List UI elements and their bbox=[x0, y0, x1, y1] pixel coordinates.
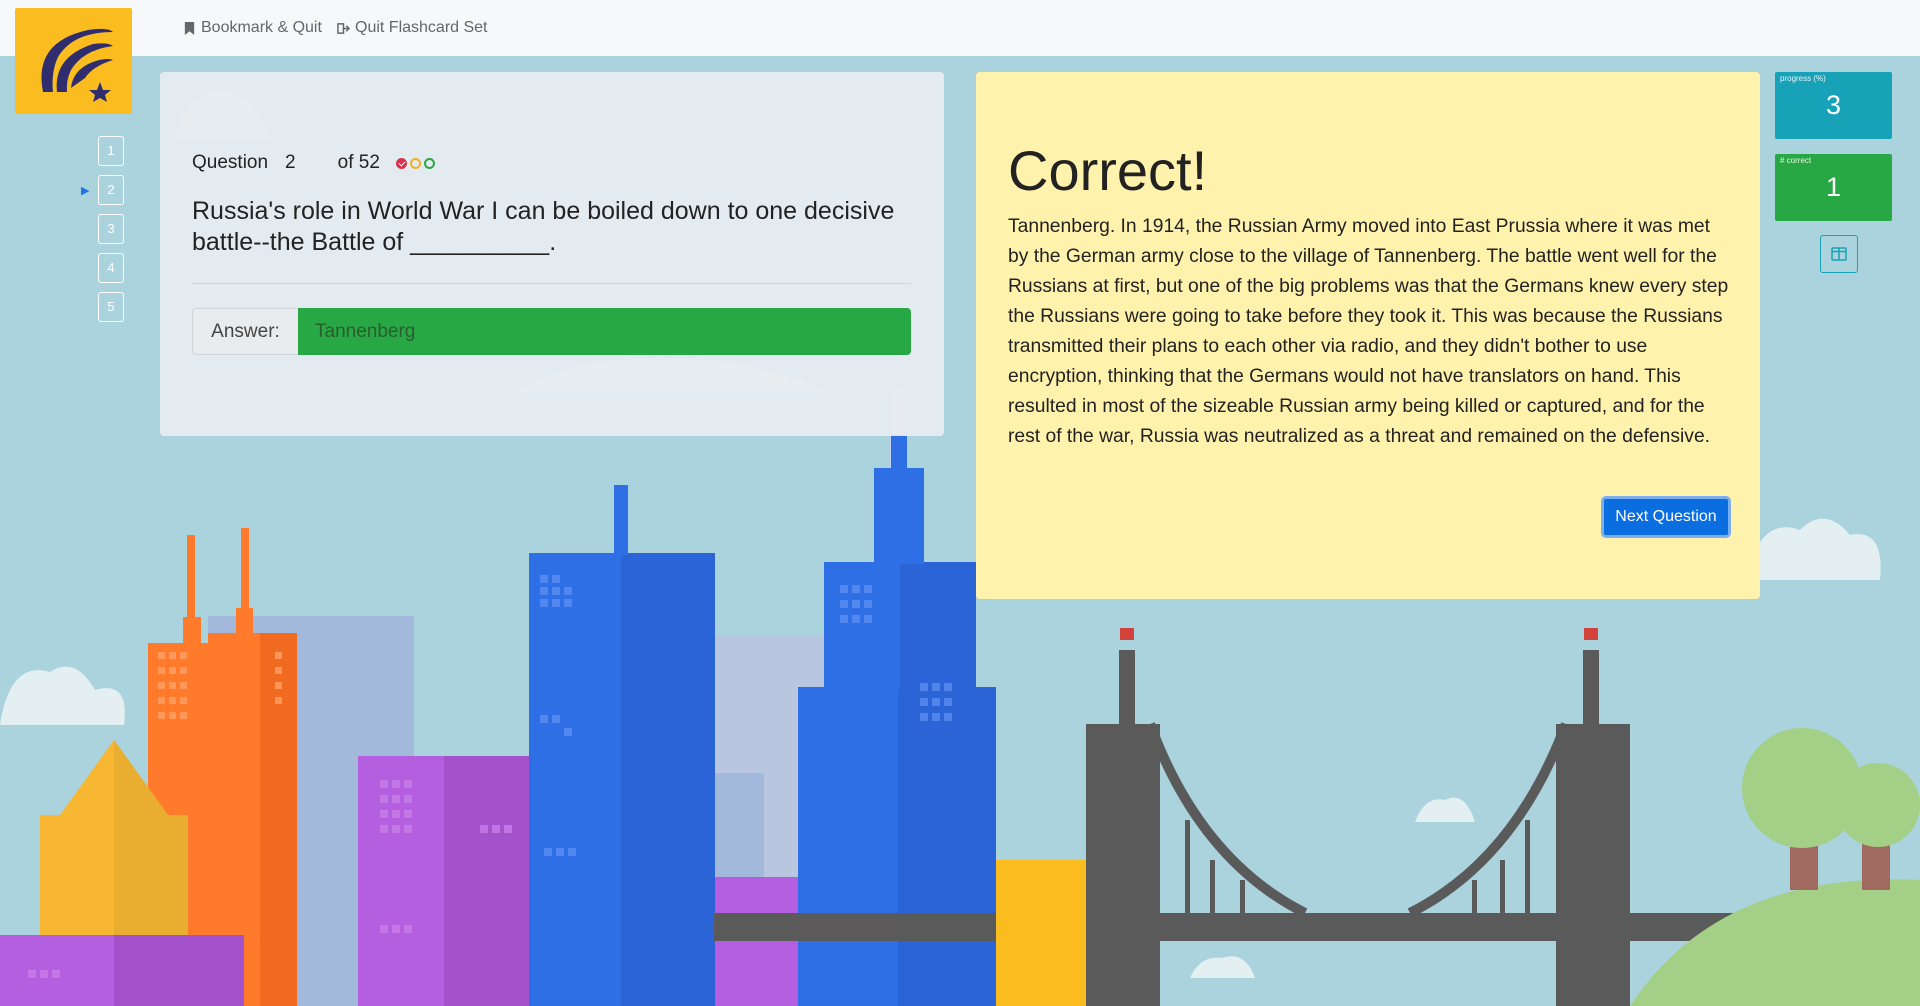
bookmark-quit-link[interactable]: Bookmark & Quit bbox=[183, 19, 322, 37]
next-question-button[interactable]: Next Question bbox=[1601, 496, 1731, 538]
question-nav-item-4[interactable]: 4 bbox=[98, 253, 124, 283]
question-nav-item-3[interactable]: 3 bbox=[98, 214, 124, 244]
question-nav-item-1[interactable]: 1 bbox=[98, 136, 124, 166]
progress-label: progress (%) bbox=[1780, 74, 1826, 83]
feedback-explanation: Tannenberg. In 1914, the Russian Army mo… bbox=[1008, 216, 1729, 447]
feedback-title: Correct! bbox=[1008, 139, 1208, 202]
quit-flashcard-set-label: Quit Flashcard Set bbox=[355, 19, 488, 36]
logo-wing-star-icon bbox=[41, 28, 113, 102]
current-question-arrow-icon: ▶ bbox=[81, 185, 90, 197]
divider bbox=[192, 283, 911, 284]
toggle-layout-button[interactable] bbox=[1820, 235, 1858, 273]
columns-icon bbox=[1831, 247, 1847, 261]
answer-input-group: Answer: Tannenberg bbox=[192, 308, 911, 355]
question-total: of 52 bbox=[337, 152, 380, 173]
answer-label: Answer: bbox=[192, 308, 298, 355]
correct-stat: # correct 1 bbox=[1775, 154, 1892, 221]
progress-value: 3 bbox=[1825, 90, 1842, 120]
progress-stat: progress (%) 3 bbox=[1775, 72, 1892, 139]
question-label: Question bbox=[192, 152, 269, 173]
question-nav-item-5[interactable]: 5 bbox=[98, 292, 124, 322]
correct-label: # correct bbox=[1780, 156, 1812, 165]
question-card: Question 2 of 52 Russia's role in World … bbox=[160, 72, 944, 436]
answer-input[interactable]: Tannenberg bbox=[298, 308, 911, 355]
correct-check-icon bbox=[395, 157, 407, 169]
answer-status-dots bbox=[395, 157, 435, 169]
bookmark-quit-label: Bookmark & Quit bbox=[201, 19, 322, 36]
correct-value: 1 bbox=[1825, 172, 1842, 202]
question-text: Russia's role in World War I can be boil… bbox=[192, 197, 895, 256]
bookmark-icon bbox=[184, 21, 195, 35]
app-logo[interactable] bbox=[15, 8, 132, 114]
quit-flashcard-set-link[interactable]: Quit Flashcard Set bbox=[337, 19, 488, 37]
sign-out-icon bbox=[337, 22, 350, 34]
question-header: Question 2 of 52 bbox=[192, 152, 435, 174]
question-number: 2 bbox=[285, 152, 296, 173]
pending-circle-icon bbox=[423, 157, 435, 169]
question-nav-item-2[interactable]: 2 bbox=[98, 175, 124, 205]
pending-circle-icon bbox=[409, 157, 421, 169]
feedback-card: Correct! Tannenberg. In 1914, the Russia… bbox=[976, 72, 1760, 599]
